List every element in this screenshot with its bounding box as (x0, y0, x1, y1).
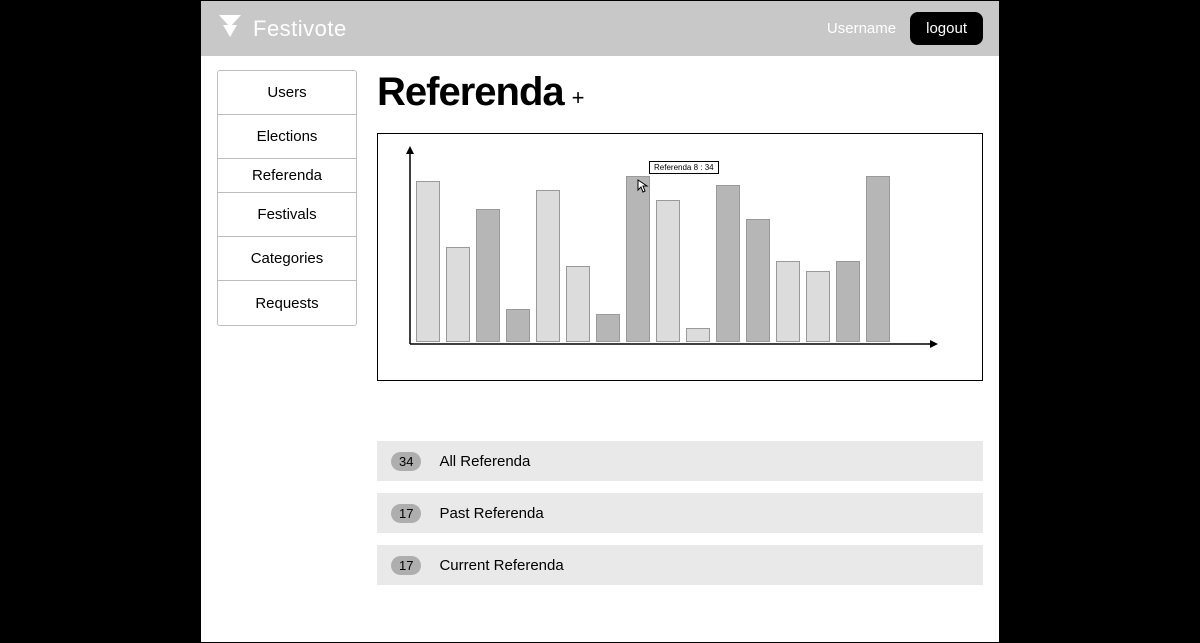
page-title: Referenda (377, 70, 564, 115)
chart-bar[interactable] (416, 181, 440, 343)
chart-bar[interactable] (506, 309, 530, 342)
summary-label: Current Referenda (439, 557, 563, 574)
chart-bar[interactable]: Referenda 8 : 34 (626, 176, 650, 342)
sidebar-item-categories[interactable]: Categories (218, 237, 356, 281)
sidebar-item-referenda[interactable]: Referenda (218, 159, 356, 193)
count-badge: 17 (391, 556, 421, 575)
chart: Referenda 8 : 34 (377, 133, 983, 381)
brand: Festivote (217, 13, 347, 44)
chart-bar[interactable] (836, 261, 860, 342)
sidebar-item-label: Users (267, 84, 306, 101)
brand-name: Festivote (253, 16, 347, 42)
chart-bar[interactable] (776, 261, 800, 342)
cursor-icon (637, 179, 649, 198)
sidebar: Users Elections Referenda Festivals Cate… (217, 70, 357, 326)
summary-row-current[interactable]: 17 Current Referenda (377, 545, 983, 585)
chart-bar[interactable] (686, 328, 710, 342)
chart-bar[interactable] (536, 190, 560, 342)
sidebar-item-label: Elections (257, 128, 318, 145)
sidebar-item-label: Festivals (257, 206, 316, 223)
sidebar-item-festivals[interactable]: Festivals (218, 193, 356, 237)
summary-label: Past Referenda (439, 505, 543, 522)
app-window: Festivote Username logout Users Election… (200, 0, 1000, 643)
summary-list: 34 All Referenda 17 Past Referenda 17 Cu… (377, 441, 983, 585)
username-label[interactable]: Username (827, 20, 896, 37)
main-content: Referenda + Referenda 8 : 34 34 All Refe… (377, 70, 983, 585)
chart-bar[interactable] (596, 314, 620, 343)
sidebar-item-users[interactable]: Users (218, 71, 356, 115)
chart-bar[interactable] (446, 247, 470, 342)
sidebar-item-label: Requests (255, 295, 318, 312)
add-referendum-button[interactable]: + (572, 85, 585, 111)
count-badge: 34 (391, 452, 421, 471)
chart-tooltip: Referenda 8 : 34 (649, 161, 719, 174)
count-badge: 17 (391, 504, 421, 523)
chart-bar[interactable] (476, 209, 500, 342)
sidebar-item-requests[interactable]: Requests (218, 281, 356, 325)
logo-icon (217, 13, 243, 44)
chart-bar[interactable] (746, 219, 770, 343)
header: Festivote Username logout (201, 1, 999, 56)
chart-bar[interactable] (716, 185, 740, 342)
sidebar-item-label: Categories (251, 250, 324, 267)
sidebar-item-label: Referenda (252, 167, 322, 184)
summary-row-past[interactable]: 17 Past Referenda (377, 493, 983, 533)
logout-button[interactable]: logout (910, 12, 983, 45)
chart-bar[interactable] (806, 271, 830, 342)
chart-bar[interactable] (656, 200, 680, 343)
sidebar-item-elections[interactable]: Elections (218, 115, 356, 159)
chart-bar[interactable] (866, 176, 890, 342)
chart-bar[interactable] (566, 266, 590, 342)
summary-row-all[interactable]: 34 All Referenda (377, 441, 983, 481)
summary-label: All Referenda (439, 453, 530, 470)
chart-bars: Referenda 8 : 34 (410, 152, 942, 342)
